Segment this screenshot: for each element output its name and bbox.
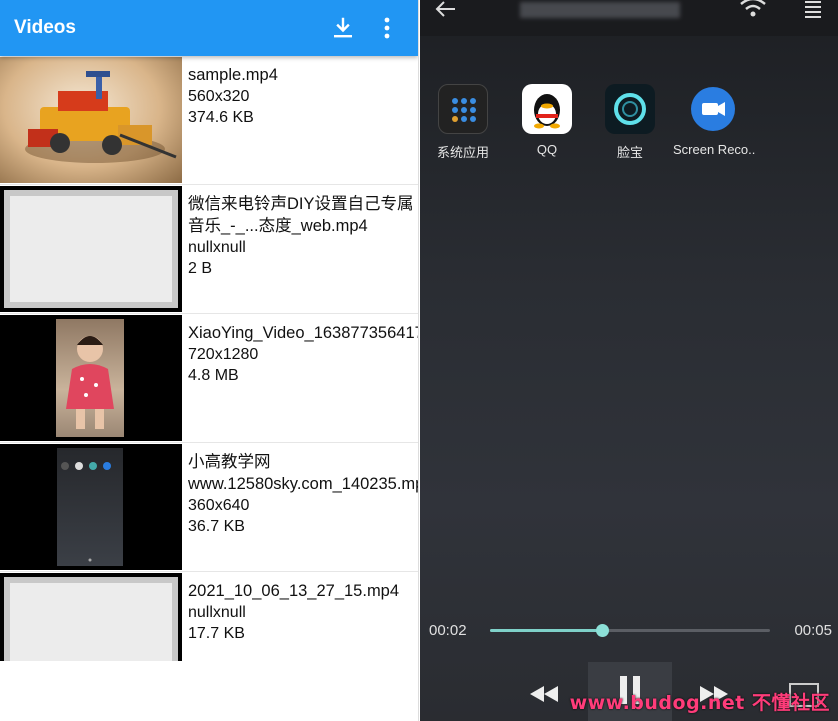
app-bar: Videos <box>0 0 418 56</box>
playback-controls: www.budog.net 不懂社区 <box>420 662 838 721</box>
video-thumbnail <box>0 57 182 183</box>
video-meta: 2021_10_06_13_27_15.mp4 nullxnull 17.7 K… <box>182 572 399 701</box>
blurred-status-region <box>520 2 680 18</box>
menu-icon[interactable] <box>804 0 822 23</box>
video-item[interactable]: 2021_10_06_13_27_15.mp4 nullxnull 17.7 K… <box>0 572 418 701</box>
app-shortcut: 脸宝 <box>590 84 670 161</box>
video-thumbnail <box>0 573 182 661</box>
seek-bar[interactable] <box>490 624 770 637</box>
watermark: www.budog.net 不懂社区 <box>569 692 830 714</box>
video-item[interactable]: XiaoYing_Video_1638773564171.mp4 720x128… <box>0 314 418 443</box>
app-title: Videos <box>14 17 76 38</box>
current-time: 00:02 <box>429 622 467 639</box>
seek-bar-progress <box>490 629 602 632</box>
more-vert-icon[interactable] <box>370 8 404 48</box>
video-thumbnail <box>0 186 182 312</box>
wifi-icon <box>738 0 768 23</box>
video-name: 微信来电铃声DIY设置自己专属音乐_-_...态度_web.mp4 <box>188 195 414 235</box>
video-player-panel[interactable]: 系统应用 QQ 脸宝 Screen Reco.. 00:02 00:05 www… <box>420 0 838 721</box>
download-icon[interactable] <box>326 8 360 48</box>
video-name: sample.mp4 <box>188 66 278 84</box>
system-apps-icon <box>438 84 488 134</box>
video-thumbnail <box>0 315 182 441</box>
video-resolution: nullxnull <box>188 604 246 621</box>
video-meta: sample.mp4 560x320 374.6 KB <box>182 56 278 184</box>
video-name: 小高教学网www.12580sky.com_140235.mp4 <box>188 453 418 493</box>
video-name: 2021_10_06_13_27_15.mp4 <box>188 582 400 600</box>
app-shortcut: 系统应用 <box>423 84 503 161</box>
app-shortcut: Screen Reco.. <box>673 84 756 157</box>
app-shortcut: QQ <box>507 84 587 157</box>
video-item[interactable]: sample.mp4 560x320 374.6 KB <box>0 56 418 185</box>
video-meta: XiaoYing_Video_1638773564171.mp4 720x128… <box>182 314 418 442</box>
screen-recorder-icon <box>688 84 738 134</box>
video-name: XiaoYing_Video_1638773564171.mp4 <box>188 324 418 342</box>
video-size: 36.7 KB <box>188 518 245 535</box>
player-top-bar <box>420 0 838 36</box>
video-resolution: 360x640 <box>188 497 250 514</box>
qq-icon <box>522 84 572 134</box>
video-resolution: 560x320 <box>188 88 250 105</box>
lianbao-icon <box>605 84 655 134</box>
seek-bar-row: 00:02 00:05 <box>420 620 838 640</box>
video-meta: 小高教学网www.12580sky.com_140235.mp4 360x640… <box>182 443 418 571</box>
video-size: 17.7 KB <box>188 625 245 642</box>
video-item[interactable]: 微信来电铃声DIY设置自己专属音乐_-_...态度_web.mp4 nullxn… <box>0 185 418 314</box>
video-list: sample.mp4 560x320 374.6 KB 微信来电铃声DIY设置自… <box>0 56 418 701</box>
seek-bar-thumb[interactable] <box>596 624 609 637</box>
app-label: 系统应用 <box>436 145 489 160</box>
app-label: 脸宝 <box>616 145 643 160</box>
video-thumbnail <box>0 444 182 570</box>
video-size: 2 B <box>188 260 213 277</box>
video-list-panel: Videos sample.mp4 560x320 374.6 KB 微信来电铃… <box>0 0 419 721</box>
rewind-icon[interactable] <box>528 684 560 709</box>
video-item[interactable]: 小高教学网www.12580sky.com_140235.mp4 360x640… <box>0 443 418 572</box>
app-label: QQ <box>536 142 558 157</box>
video-size: 4.8 MB <box>188 367 239 384</box>
duration: 00:05 <box>794 622 832 639</box>
video-size: 374.6 KB <box>188 109 254 126</box>
video-resolution: nullxnull <box>188 239 246 256</box>
video-resolution: 720x1280 <box>188 346 259 363</box>
back-arrow-icon[interactable] <box>434 0 458 23</box>
video-meta: 微信来电铃声DIY设置自己专属音乐_-_...态度_web.mp4 nullxn… <box>182 185 418 313</box>
app-label: Screen Reco.. <box>673 142 756 157</box>
